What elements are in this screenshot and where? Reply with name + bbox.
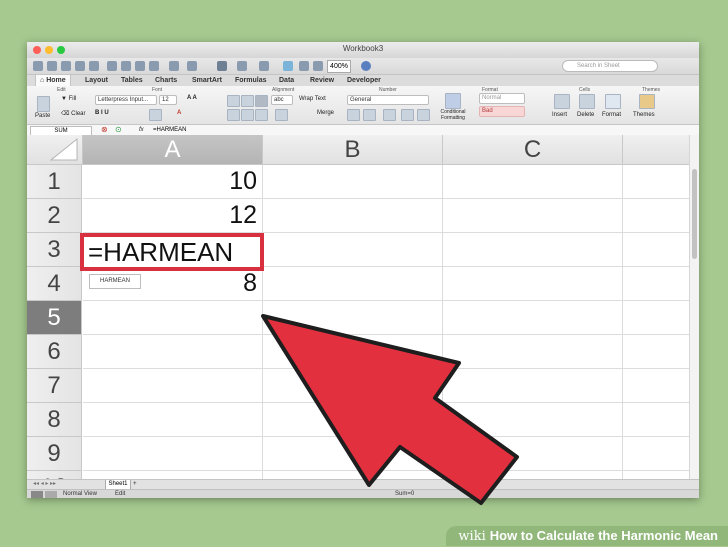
- watermark-title: How to Calculate the Harmonic Mean: [489, 528, 718, 543]
- wiki-logo: wiki: [458, 529, 486, 544]
- pointer-arrow-graphic: [261, 314, 519, 505]
- wikihow-watermark: wiki How to Calculate the Harmonic Mean: [446, 526, 728, 546]
- red-arrow-shape: [261, 314, 519, 505]
